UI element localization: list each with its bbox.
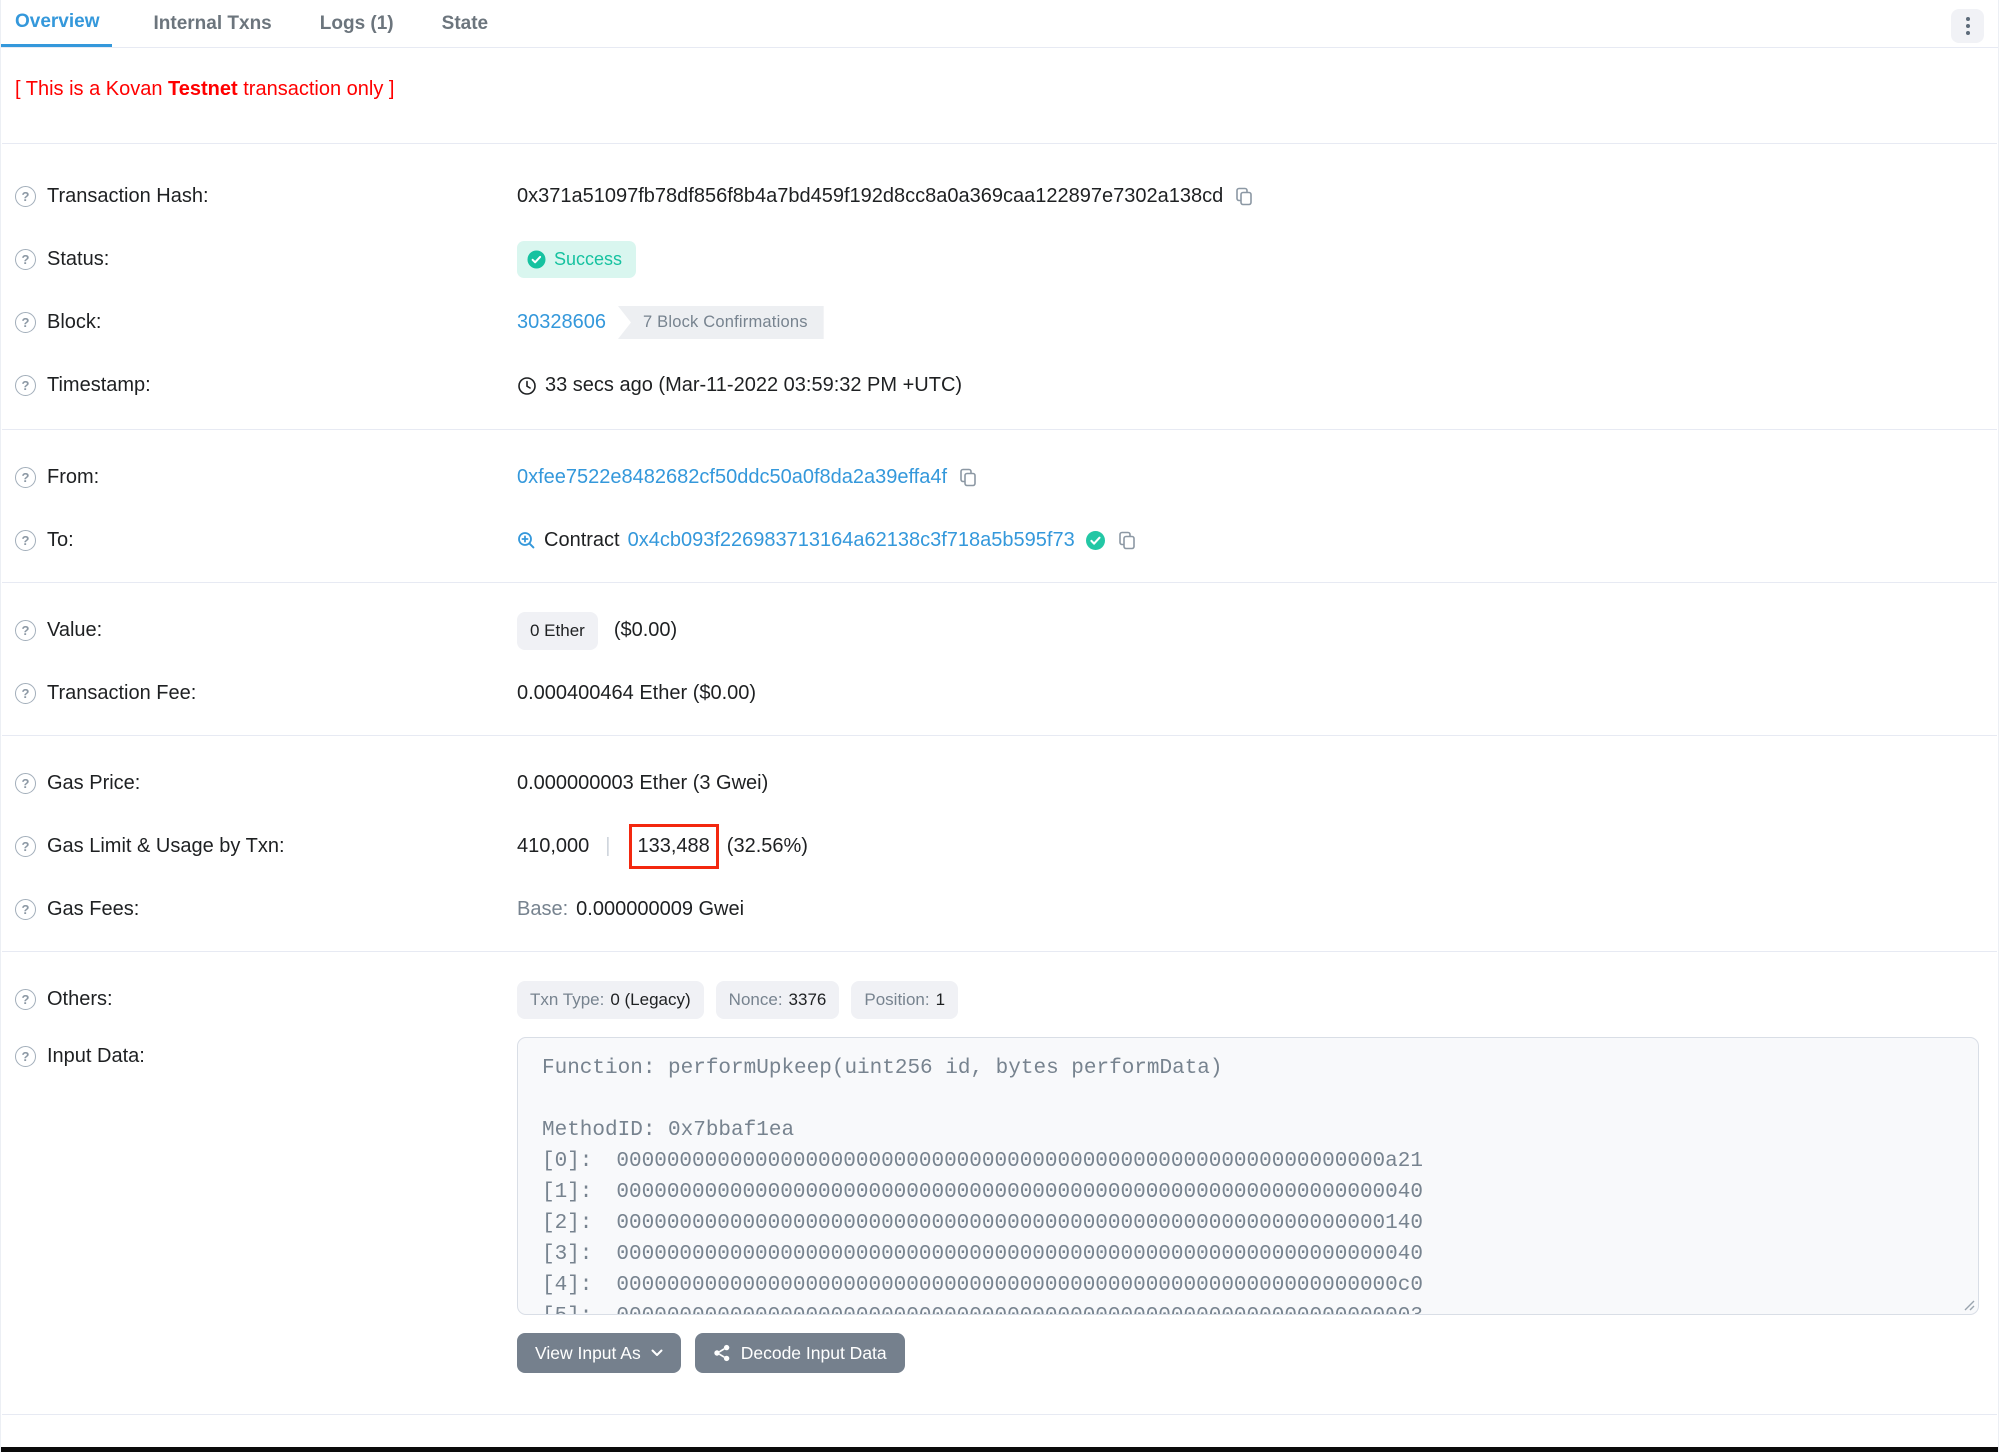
row-timestamp: ? Timestamp: 33 secs ago (Mar-11-2022 03… bbox=[1, 354, 1998, 417]
kebab-menu-button[interactable] bbox=[1951, 9, 1984, 43]
row-label: To: bbox=[47, 529, 74, 551]
tab-overview[interactable]: Overview bbox=[1, 0, 112, 47]
row-input-data: ? Input Data: Function: performUpkeep(ui… bbox=[1, 1037, 1998, 1315]
timestamp-value: 33 secs ago (Mar-11-2022 03:59:32 PM +UT… bbox=[545, 374, 963, 396]
row-gas-limit-usage: ? Gas Limit & Usage by Txn: 410,000 | 13… bbox=[1, 815, 1998, 878]
tab-logs[interactable]: Logs (1) bbox=[314, 0, 400, 47]
row-to: ? To: Contract 0x4cb093f226983713164a621… bbox=[1, 509, 1998, 572]
help-icon[interactable]: ? bbox=[15, 312, 36, 333]
block-number-link[interactable]: 30328606 bbox=[517, 311, 606, 334]
help-icon[interactable]: ? bbox=[15, 1046, 36, 1067]
row-from: ? From: 0xfee7522e8482682cf50ddc50a0f8da… bbox=[1, 446, 1998, 509]
decode-input-data-button[interactable]: Decode Input Data bbox=[694, 1333, 905, 1373]
window-bottom-edge bbox=[1, 1447, 1998, 1452]
transaction-hash-value: 0x371a51097fb78df856f8b4a7bd459f192d8cc8… bbox=[517, 185, 1224, 207]
copy-icon[interactable] bbox=[957, 467, 978, 488]
help-icon[interactable]: ? bbox=[15, 683, 36, 704]
input-data-box[interactable]: Function: performUpkeep(uint256 id, byte… bbox=[517, 1037, 1979, 1315]
position-badge: Position: 1 bbox=[851, 980, 959, 1019]
row-label: Gas Limit & Usage by Txn: bbox=[47, 835, 285, 857]
clock-icon bbox=[517, 376, 537, 396]
section-gas: ? Gas Price: 0.000000003 Ether (3 Gwei) … bbox=[1, 736, 1998, 951]
chevron-down-icon bbox=[651, 1349, 663, 1356]
tab-internal-txns[interactable]: Internal Txns bbox=[148, 0, 278, 47]
hex-row: [4]: 000000000000000000000000000000000000… bbox=[542, 1274, 1423, 1297]
help-icon[interactable]: ? bbox=[15, 530, 36, 551]
hex-row: [1]: 000000000000000000000000000000000000… bbox=[542, 1181, 1423, 1204]
row-label: Others: bbox=[47, 988, 113, 1010]
help-icon[interactable]: ? bbox=[15, 249, 36, 270]
row-label: Timestamp: bbox=[47, 374, 151, 396]
help-icon[interactable]: ? bbox=[15, 989, 36, 1010]
transaction-page: Overview Internal Txns Logs (1) State [ … bbox=[0, 0, 1999, 1452]
tab-state[interactable]: State bbox=[436, 0, 494, 47]
row-label: From: bbox=[47, 466, 100, 488]
row-transaction-hash: ? Transaction Hash: 0x371a51097fb78df856… bbox=[1, 165, 1998, 228]
row-label: Value: bbox=[47, 619, 103, 641]
view-input-as-button[interactable]: View Input As bbox=[517, 1333, 681, 1373]
help-icon[interactable]: ? bbox=[15, 467, 36, 488]
copy-icon[interactable] bbox=[1233, 186, 1254, 207]
section-summary: ? Transaction Hash: 0x371a51097fb78df856… bbox=[1, 144, 1998, 429]
zoom-in-icon[interactable] bbox=[517, 531, 536, 550]
row-label: Gas Price: bbox=[47, 772, 141, 794]
help-icon[interactable]: ? bbox=[15, 773, 36, 794]
help-icon[interactable]: ? bbox=[15, 375, 36, 396]
hex-row: [0]: 000000000000000000000000000000000000… bbox=[542, 1150, 1423, 1173]
section-others-input: ? Others: Txn Type: 0 (Legacy) Nonce: 3376… bbox=[1, 952, 1998, 1414]
copy-icon[interactable] bbox=[1116, 530, 1137, 551]
status-badge: Success bbox=[517, 241, 637, 278]
decode-icon bbox=[714, 1344, 730, 1362]
gas-usage-value: 133,488 bbox=[637, 835, 710, 857]
gas-price-value: 0.000000003 Ether (3 Gwei) bbox=[517, 772, 769, 794]
from-address-link[interactable]: 0xfee7522e8482682cf50ddc50a0f8da2a39effa… bbox=[517, 466, 947, 489]
hex-row: [5]:000000000000000000000000000000000000… bbox=[542, 1301, 1978, 1314]
row-label: Gas Fees: bbox=[47, 898, 140, 920]
to-address-link[interactable]: 0x4cb093f226983713164a62138c3f718a5b595f… bbox=[628, 529, 1075, 552]
row-status: ? Status: Success bbox=[1, 228, 1998, 291]
section-value: ? Value: 0 Ether ($0.00) ? Transaction F… bbox=[1, 583, 1998, 735]
help-icon[interactable]: ? bbox=[15, 620, 36, 641]
ether-value-badge: 0 Ether bbox=[517, 611, 598, 650]
input-data-actions: View Input As Decode Input Data bbox=[517, 1333, 1998, 1373]
transaction-fee-value: 0.000400464 Ether ($0.00) bbox=[517, 682, 757, 704]
txn-type-badge: Txn Type: 0 (Legacy) bbox=[517, 980, 704, 1019]
row-label: Block: bbox=[47, 311, 102, 333]
gas-limit-value: 410,000 bbox=[517, 835, 590, 857]
help-icon[interactable]: ? bbox=[15, 186, 36, 207]
row-label: Transaction Fee: bbox=[47, 682, 197, 704]
row-label: Transaction Hash: bbox=[47, 185, 209, 207]
to-kind-label: Contract bbox=[544, 529, 620, 551]
hex-row: [2]: 000000000000000000000000000000000000… bbox=[542, 1212, 1423, 1235]
verified-check-icon bbox=[1085, 530, 1106, 551]
hex-row: [3]: 000000000000000000000000000000000000… bbox=[542, 1243, 1423, 1266]
function-signature: Function: performUpkeep(uint256 id, byte… bbox=[542, 1057, 1223, 1080]
resize-grip-icon[interactable] bbox=[1961, 1297, 1975, 1311]
help-icon[interactable]: ? bbox=[15, 836, 36, 857]
row-gas-fees: ? Gas Fees: Base: 0.000000009 Gwei bbox=[1, 878, 1998, 941]
row-label: Status: bbox=[47, 248, 110, 270]
gas-usage-annotation-box: 133,488 bbox=[628, 824, 719, 869]
row-label: Input Data: bbox=[47, 1045, 145, 1067]
row-others: ? Others: Txn Type: 0 (Legacy) Nonce: 3376… bbox=[1, 968, 1998, 1031]
nonce-badge: Nonce: 3376 bbox=[715, 980, 840, 1019]
method-id: MethodID: 0x7bbaf1ea bbox=[542, 1119, 795, 1142]
block-confirmations-badge: 7 Block Confirmations bbox=[617, 306, 824, 339]
check-circle-icon bbox=[527, 250, 546, 269]
usd-value: ($0.00) bbox=[613, 619, 678, 641]
help-icon[interactable]: ? bbox=[15, 899, 36, 920]
kebab-icon bbox=[1965, 17, 1970, 21]
row-gas-price: ? Gas Price: 0.000000003 Ether (3 Gwei) bbox=[1, 752, 1998, 815]
row-value: ? Value: 0 Ether ($0.00) bbox=[1, 599, 1998, 662]
tab-bar: Overview Internal Txns Logs (1) State bbox=[1, 0, 1998, 48]
pipe-divider: | bbox=[605, 835, 611, 857]
section-parties: ? From: 0xfee7522e8482682cf50ddc50a0f8da… bbox=[1, 430, 1998, 582]
base-fee-value: 0.000000009 Gwei bbox=[576, 898, 745, 920]
gas-usage-percent: (32.56%) bbox=[726, 835, 808, 857]
testnet-notice: [ This is a Kovan Testnet transaction on… bbox=[15, 78, 395, 100]
row-block: ? Block: 30328606 7 Block Confirmations bbox=[1, 291, 1998, 354]
base-fee-label: Base: bbox=[517, 898, 569, 920]
row-transaction-fee: ? Transaction Fee: 0.000400464 Ether ($0… bbox=[1, 662, 1998, 725]
